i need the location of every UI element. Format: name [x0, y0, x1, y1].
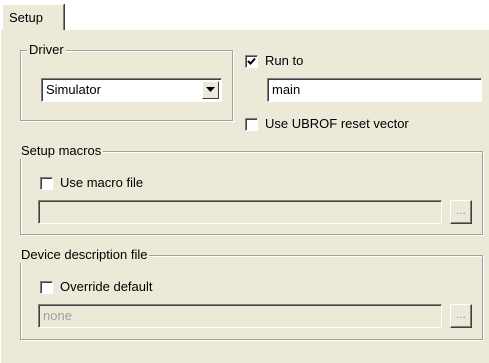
macro-browse-button[interactable]: ... — [450, 200, 472, 224]
tab-setup[interactable]: Setup — [2, 4, 64, 30]
device-browse-label: ... — [455, 307, 466, 321]
setup-macros-group: Setup macros Use macro file ... — [19, 143, 483, 235]
ubrof-checkbox[interactable] — [245, 118, 258, 131]
macro-browse-label: ... — [455, 203, 466, 217]
device-description-group: Device description file Override default… — [19, 247, 483, 340]
device-description-group-label: Device description file — [19, 247, 150, 263]
driver-group: Driver Simulator — [20, 42, 233, 121]
checkmark-icon — [247, 57, 256, 65]
setup-panel: Driver Simulator Run to main Use UBROF r… — [0, 29, 489, 363]
device-description-path: none — [38, 304, 442, 328]
use-macro-checkbox[interactable] — [40, 177, 53, 190]
device-description-path-value: none — [43, 308, 72, 323]
run-to-checkbox[interactable] — [245, 55, 258, 68]
driver-select-value: Simulator — [46, 82, 101, 97]
run-to-input[interactable]: main — [267, 78, 482, 102]
device-browse-button[interactable]: ... — [450, 304, 472, 328]
use-macro-label: Use macro file — [60, 175, 144, 190]
override-default-checkbox[interactable] — [40, 281, 53, 294]
driver-select[interactable]: Simulator — [41, 78, 222, 102]
setup-macros-group-label: Setup macros — [19, 143, 104, 159]
chevron-down-icon[interactable] — [202, 81, 219, 99]
tab-setup-label: Setup — [9, 10, 43, 25]
ubrof-label: Use UBROF reset vector — [265, 116, 409, 131]
override-default-label: Override default — [60, 279, 153, 294]
macro-file-path — [38, 200, 442, 224]
run-to-label: Run to — [265, 53, 304, 68]
run-to-value: main — [272, 82, 301, 97]
driver-group-label: Driver — [27, 42, 66, 58]
